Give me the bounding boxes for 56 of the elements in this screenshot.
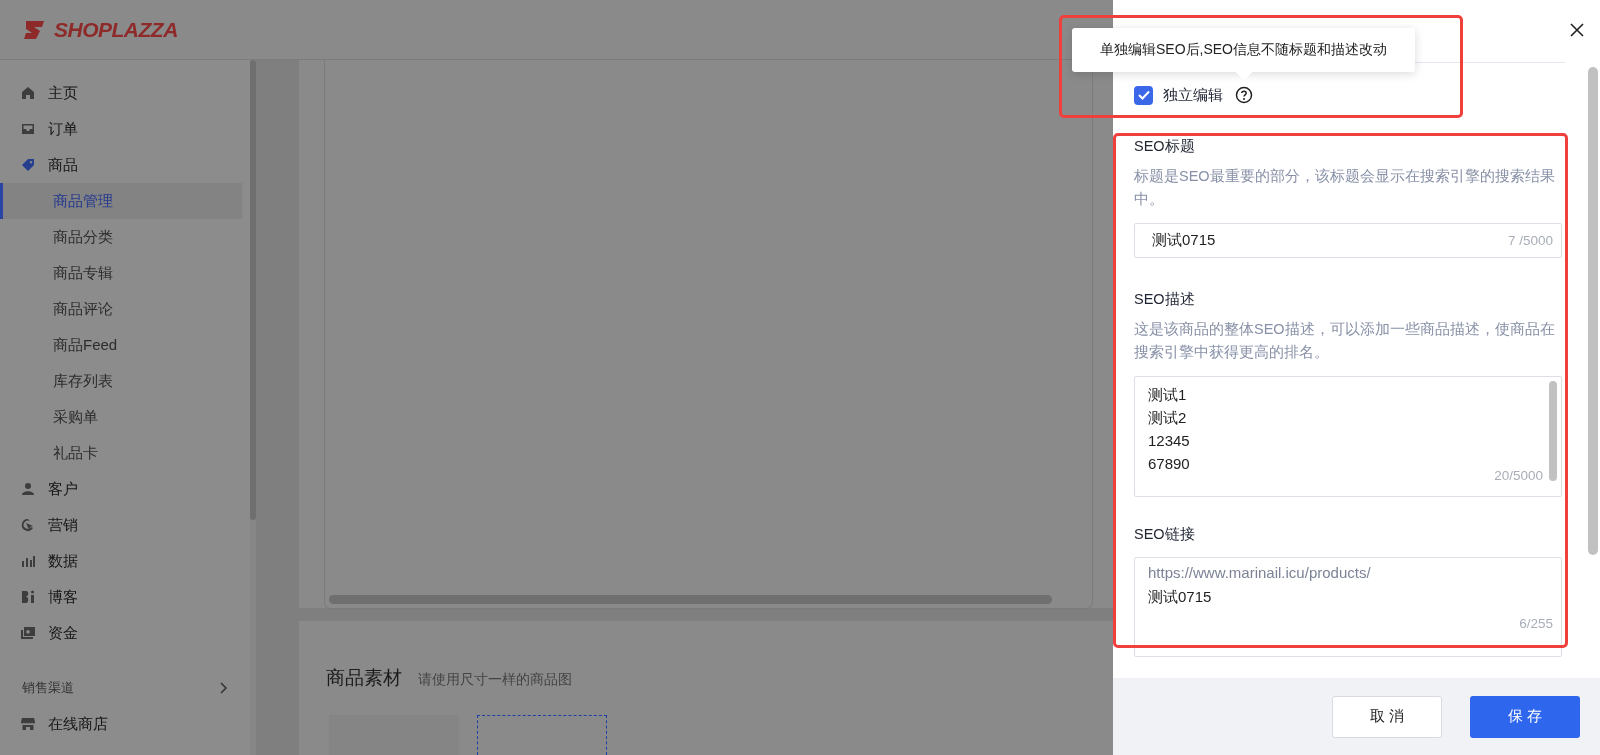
tag-icon (20, 157, 36, 173)
home-icon (20, 85, 36, 101)
section-title: 商品素材 (326, 666, 402, 690)
nav-subitem[interactable]: 商品管理 (0, 183, 242, 219)
nav-subitem[interactable]: 礼品卡 (0, 435, 242, 471)
inbox-icon (20, 121, 36, 137)
checkbox-label: 独立编辑 (1163, 85, 1223, 105)
checkmark-icon (1137, 90, 1150, 100)
store-icon (20, 716, 36, 732)
nav-item[interactable]: 客户 (0, 471, 250, 507)
nav-subitem[interactable]: 采购单 (0, 399, 242, 435)
section-label: 销售渠道 (22, 679, 74, 697)
nav-item[interactable]: 订单 (0, 111, 250, 147)
save-button[interactable]: 保 存 (1470, 695, 1580, 738)
field-label: SEO链接 (1134, 525, 1196, 544)
field-label: SEO描述 (1134, 290, 1196, 309)
nav-item[interactable]: 主页 (0, 75, 250, 111)
upload-area[interactable] (477, 715, 607, 755)
blog-icon (20, 589, 36, 605)
scrollbar[interactable] (250, 60, 256, 520)
character-counter: 6/255 (1519, 615, 1553, 633)
help-text: 标题是SEO最重要的部分，该标题会显示在搜索引擎的搜索结果中。 (1134, 167, 1556, 209)
seo-link-field[interactable]: https://www.marinail.icu/products/ 测试0715 6/255 (1134, 557, 1562, 657)
seo-description-field[interactable]: 测试1 测试2 12345 67890 20/5000 (1134, 376, 1562, 497)
nav-item[interactable]: 资金 (0, 615, 250, 651)
url-prefix: https://www.marinail.icu/products/ (1148, 563, 1372, 583)
help-icon[interactable] (1235, 86, 1253, 104)
nav-item[interactable]: 商品 (0, 147, 250, 183)
close-icon[interactable] (1569, 22, 1585, 38)
scrollbar[interactable] (1549, 381, 1557, 481)
section-hint: 请使用尺寸一样的商品图 (418, 671, 572, 689)
cursor-icon (20, 517, 36, 533)
cancel-button[interactable]: 取 消 (1332, 695, 1442, 738)
person-icon (20, 481, 36, 497)
nav-subitem[interactable]: 库存列表 (0, 363, 242, 399)
nav-subitem[interactable]: 商品专辑 (0, 255, 242, 291)
scrollbar[interactable] (1588, 67, 1598, 555)
nav-item[interactable]: 在线商店 (0, 706, 250, 742)
section-header[interactable]: 销售渠道 (0, 670, 250, 706)
logo-icon (22, 18, 46, 41)
wallet-icon (20, 625, 36, 641)
chevron-right-icon (218, 682, 228, 694)
nav-item[interactable]: 博客 (0, 579, 250, 615)
nav-subitem[interactable]: 商品分类 (0, 219, 242, 255)
help-text: 这是该商品的整体SEO描述，可以添加一些商品描述，使商品在搜索引擎中获得更高的排名。 (1134, 320, 1556, 362)
horizontal-scrollbar[interactable] (329, 595, 1052, 604)
field-label: SEO标题 (1134, 137, 1196, 156)
nav-item[interactable]: 数据 (0, 543, 250, 579)
nav-subitem[interactable]: 商品Feed (0, 327, 242, 363)
character-counter: 7 /5000 (1507, 233, 1553, 248)
checkbox[interactable] (1134, 85, 1153, 105)
logo-text: SHOPLAZZA (54, 17, 178, 42)
nav-item[interactable]: 营销 (0, 507, 250, 543)
bar-chart-icon (20, 553, 36, 569)
nav-subitem[interactable]: 商品评论 (0, 291, 242, 327)
seo-title-field[interactable]: 测试0715 7 /5000 (1134, 223, 1562, 258)
